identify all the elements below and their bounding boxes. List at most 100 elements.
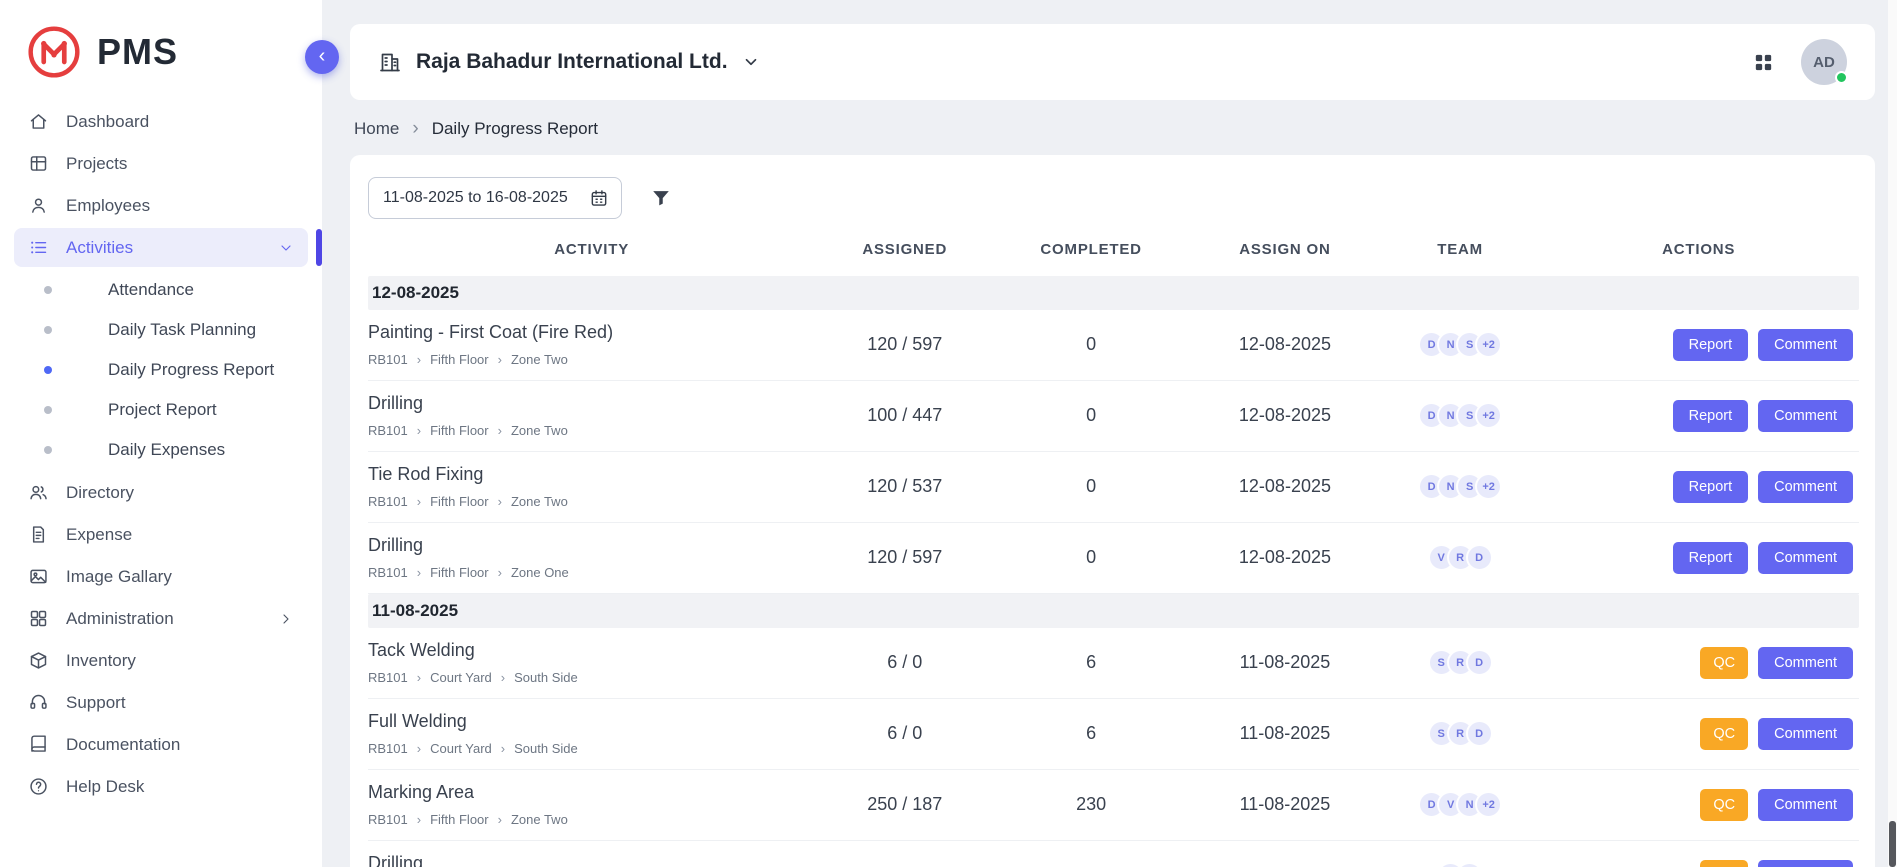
path-segment: Fifth Floor <box>430 423 489 438</box>
sidebar-item-image-gallary[interactable]: Image Gallary <box>14 557 308 596</box>
sidebar-subitem-daily-progress-report[interactable]: Daily Progress Report <box>0 350 322 390</box>
report-button[interactable]: Report <box>1673 471 1749 503</box>
completed-value: 90 <box>994 841 1188 867</box>
comment-button[interactable]: Comment <box>1758 789 1853 821</box>
grid-icon[interactable] <box>1752 51 1775 74</box>
comment-button[interactable]: Comment <box>1758 329 1853 361</box>
sidebar-item-label: Dashboard <box>66 112 149 132</box>
table-row: DrillingRB101›Fifth Floor›Zone Two100 / … <box>368 381 1859 452</box>
group-header-row: 12-08-2025 <box>368 276 1859 310</box>
company-selector[interactable]: Raja Bahadur International Ltd. <box>378 50 760 74</box>
team-avatars: DNS+2 <box>1382 402 1539 429</box>
comment-button[interactable]: Comment <box>1758 471 1853 503</box>
assigned-value: 100 / 447 <box>815 381 994 452</box>
sidebar-item-label: Documentation <box>66 735 180 755</box>
team-avatars: DNS+2 <box>1382 331 1539 358</box>
chevron-right-icon: › <box>417 352 421 367</box>
sidebar-item-help-desk[interactable]: Help Desk <box>14 767 308 806</box>
receipt-icon <box>28 524 49 545</box>
comment-button[interactable]: Comment <box>1758 718 1853 750</box>
team-avatar[interactable]: +2 <box>1475 331 1502 358</box>
main-content: Raja Bahadur International Ltd. AD Home <box>322 0 1897 867</box>
sidebar-collapse-button[interactable]: ‹ <box>305 40 339 74</box>
comment-button[interactable]: Comment <box>1758 400 1853 432</box>
sidebar-item-dashboard[interactable]: Dashboard <box>14 102 308 141</box>
group-date: 12-08-2025 <box>368 276 1859 310</box>
completed-value: 6 <box>994 699 1188 770</box>
assign-on-value: 11-08-2025 <box>1188 699 1382 770</box>
filter-funnel-icon[interactable] <box>650 187 672 209</box>
sidebar-item-label: Expense <box>66 525 132 545</box>
sidebar-item-activities[interactable]: Activities <box>14 228 308 267</box>
team-avatars: DVN+2 <box>1382 791 1539 818</box>
row-actions: QC Comment <box>1538 770 1859 841</box>
report-button[interactable]: Report <box>1673 542 1749 574</box>
column-header-activity: ACTIVITY <box>368 225 815 276</box>
report-button[interactable]: Report <box>1673 329 1749 361</box>
team-avatars: DNS+2 <box>1382 473 1539 500</box>
completed-value: 0 <box>994 310 1188 381</box>
sidebar-subitem-daily-expenses[interactable]: Daily Expenses <box>0 430 322 470</box>
qc-button[interactable]: QC <box>1700 718 1748 750</box>
row-actions: Report Comment <box>1538 452 1859 523</box>
sidebar-item-administration[interactable]: Administration <box>14 599 308 638</box>
report-button[interactable]: Report <box>1673 400 1749 432</box>
scrollbar[interactable] <box>1888 0 1897 867</box>
completed-value: 230 <box>994 770 1188 841</box>
team-avatar[interactable]: D <box>1466 649 1493 676</box>
team-avatars: VRD <box>1382 544 1539 571</box>
sidebar-subitem-attendance[interactable]: Attendance <box>0 270 322 310</box>
qc-button[interactable]: QC <box>1700 647 1748 679</box>
apps-icon <box>28 608 49 629</box>
activity-name: Drilling <box>368 535 801 556</box>
report-card: 11-08-2025 to 16-08-2025 <box>350 155 1875 867</box>
sidebar-item-label: Inventory <box>66 651 136 671</box>
team-avatar[interactable]: +2 <box>1475 402 1502 429</box>
table-row: Marking AreaRB101›Fifth Floor›Zone Two25… <box>368 770 1859 841</box>
activity-name: Drilling <box>368 853 801 867</box>
scrollbar-thumb[interactable] <box>1889 821 1896 867</box>
path-segment: RB101 <box>368 352 408 367</box>
team-avatar[interactable]: D <box>1466 720 1493 747</box>
comment-button[interactable]: Comment <box>1758 860 1853 867</box>
team-avatar[interactable]: D <box>1466 544 1493 571</box>
comment-button[interactable]: Comment <box>1758 647 1853 679</box>
chevron-right-icon: › <box>498 423 502 438</box>
sidebar-item-directory[interactable]: Directory <box>14 473 308 512</box>
logo: PMS <box>0 0 322 96</box>
sidebar-subitem-daily-task-planning[interactable]: Daily Task Planning <box>0 310 322 350</box>
path-segment: Zone Two <box>511 352 568 367</box>
sidebar-subitem-project-report[interactable]: Project Report <box>0 390 322 430</box>
date-range-input[interactable]: 11-08-2025 to 16-08-2025 <box>368 177 622 219</box>
chevron-right-icon: › <box>417 423 421 438</box>
sidebar-item-inventory[interactable]: Inventory <box>14 641 308 680</box>
chevron-right-icon: › <box>417 741 421 756</box>
chevron-down-icon <box>278 240 294 256</box>
bullet-dot-icon <box>44 286 52 294</box>
sidebar-item-label: Projects <box>66 154 127 174</box>
sidebar-item-employees[interactable]: Employees <box>14 186 308 225</box>
sidebar-item-documentation[interactable]: Documentation <box>14 725 308 764</box>
assigned-value: 6 / 0 <box>815 628 994 699</box>
sidebar-item-projects[interactable]: Projects <box>14 144 308 183</box>
chevron-right-icon: › <box>412 118 418 140</box>
team-avatar[interactable]: +2 <box>1475 473 1502 500</box>
user-avatar[interactable]: AD <box>1801 39 1847 85</box>
comment-button[interactable]: Comment <box>1758 542 1853 574</box>
breadcrumb-home-link[interactable]: Home <box>354 119 399 139</box>
assign-on-value: 12-08-2025 <box>1188 310 1382 381</box>
sidebar-item-support[interactable]: Support <box>14 683 308 722</box>
qc-button[interactable]: QC <box>1700 860 1748 867</box>
path-segment: RB101 <box>368 812 408 827</box>
sidebar-subitem-label: Attendance <box>108 280 194 300</box>
bullet-dot-icon <box>44 326 52 334</box>
activity-name: Painting - First Coat (Fire Red) <box>368 322 801 343</box>
activity-name: Tack Welding <box>368 640 801 661</box>
path-segment: Court Yard <box>430 670 492 685</box>
team-avatar[interactable]: +2 <box>1475 791 1502 818</box>
team-avatar[interactable]: R <box>1456 862 1483 867</box>
sidebar-item-expense[interactable]: Expense <box>14 515 308 554</box>
qc-button[interactable]: QC <box>1700 789 1748 821</box>
path-segment: Zone Two <box>511 812 568 827</box>
assign-on-value: 11-08-2025 <box>1188 628 1382 699</box>
